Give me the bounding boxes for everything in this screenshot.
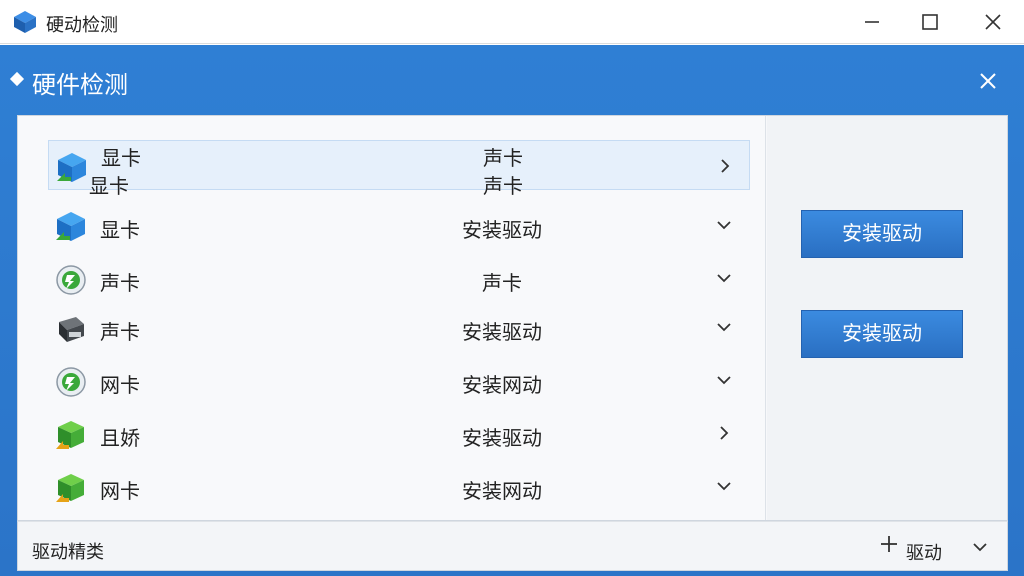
device-status: 安装驱动 bbox=[462, 322, 542, 344]
device-name: 显卡 bbox=[89, 176, 129, 198]
device-row[interactable]: 声卡 声卡 bbox=[48, 253, 750, 303]
dialog-title: 硬件检测 bbox=[32, 72, 128, 99]
device-list: 显卡 显卡 声卡 声卡 显卡 安装驱动 声卡 声卡 声卡 安装驱动 网卡 安装网… bbox=[18, 116, 766, 520]
green-cube-icon bbox=[56, 421, 84, 449]
install-driver-button[interactable]: 安装驱动 bbox=[801, 210, 963, 258]
device-name: 声卡 bbox=[100, 322, 140, 344]
device-status: 声卡 bbox=[483, 148, 523, 170]
action-sidebar: 安装驱动 安装驱动 bbox=[767, 116, 1007, 520]
hardware-check-dialog: 硬件检测 显卡 显卡 声卡 声卡 显卡 安装驱动 声卡 声卡 声卡 安装驱动 网… bbox=[0, 45, 1024, 576]
chevron-down-icon[interactable] bbox=[712, 213, 736, 237]
dialog-close-button[interactable] bbox=[974, 67, 1002, 95]
chevron-right-icon[interactable] bbox=[712, 421, 736, 445]
device-box-icon bbox=[59, 317, 84, 342]
device-status: 安装网动 bbox=[462, 375, 542, 397]
footer-bar: 驱动精类 驱动 bbox=[17, 521, 1008, 571]
device-row[interactable]: 显卡 安装驱动 bbox=[48, 200, 750, 250]
device-status: 安装驱动 bbox=[462, 220, 542, 242]
window-title: 硬动检测 bbox=[46, 15, 118, 35]
gpu-cube-icon bbox=[56, 212, 85, 241]
chevron-right-icon[interactable] bbox=[713, 154, 737, 178]
close-window-button[interactable] bbox=[979, 8, 1007, 36]
device-name: 显卡 bbox=[101, 148, 141, 170]
minimize-icon bbox=[865, 21, 879, 23]
chevron-down-icon[interactable] bbox=[712, 266, 736, 290]
network-disc-icon bbox=[56, 367, 86, 397]
install-driver-button[interactable]: 安装驱动 bbox=[801, 310, 963, 358]
diamond-icon bbox=[9, 71, 25, 87]
content-panel: 显卡 显卡 声卡 声卡 显卡 安装驱动 声卡 声卡 声卡 安装驱动 网卡 安装网… bbox=[17, 115, 1008, 521]
window-titlebar: 硬动检测 bbox=[0, 0, 1024, 44]
device-name: 声卡 bbox=[100, 273, 140, 295]
device-status: 声卡 bbox=[482, 273, 522, 295]
maximize-icon bbox=[922, 14, 938, 30]
app-cube-icon bbox=[14, 11, 36, 33]
device-name: 显卡 bbox=[100, 220, 140, 242]
device-row[interactable]: 且娇 安装驱动 bbox=[48, 408, 750, 458]
device-name: 且娇 bbox=[100, 428, 140, 450]
maximize-button[interactable] bbox=[916, 8, 944, 36]
device-status: 安装驱动 bbox=[462, 428, 542, 450]
plus-icon[interactable] bbox=[878, 533, 900, 562]
plus-icon bbox=[881, 536, 897, 552]
device-status: 声卡 bbox=[483, 176, 523, 198]
footer-action-button[interactable]: 驱动 bbox=[906, 539, 942, 565]
chevron-down-icon[interactable] bbox=[712, 474, 736, 498]
audio-disc-icon bbox=[56, 265, 86, 295]
minimize-button[interactable] bbox=[858, 8, 886, 36]
chevron-down-icon[interactable] bbox=[712, 368, 736, 392]
device-row[interactable]: 网卡 安装网动 bbox=[48, 355, 750, 405]
device-row[interactable]: 声卡 安装驱动 bbox=[48, 302, 750, 352]
chevron-down-icon[interactable] bbox=[712, 315, 736, 339]
close-icon bbox=[985, 14, 1001, 30]
chevron-down-icon[interactable] bbox=[968, 535, 992, 559]
device-status: 安装网动 bbox=[462, 481, 542, 503]
device-name: 网卡 bbox=[100, 481, 140, 503]
green-cube-icon bbox=[56, 474, 84, 502]
device-row[interactable]: 网卡 安装网动 bbox=[48, 461, 750, 511]
gpu-cube-icon bbox=[57, 153, 86, 182]
device-row-selected[interactable]: 显卡 显卡 声卡 声卡 bbox=[48, 140, 750, 198]
device-name: 网卡 bbox=[100, 375, 140, 397]
close-icon bbox=[980, 73, 996, 89]
footer-label: 驱动精类 bbox=[32, 542, 104, 562]
